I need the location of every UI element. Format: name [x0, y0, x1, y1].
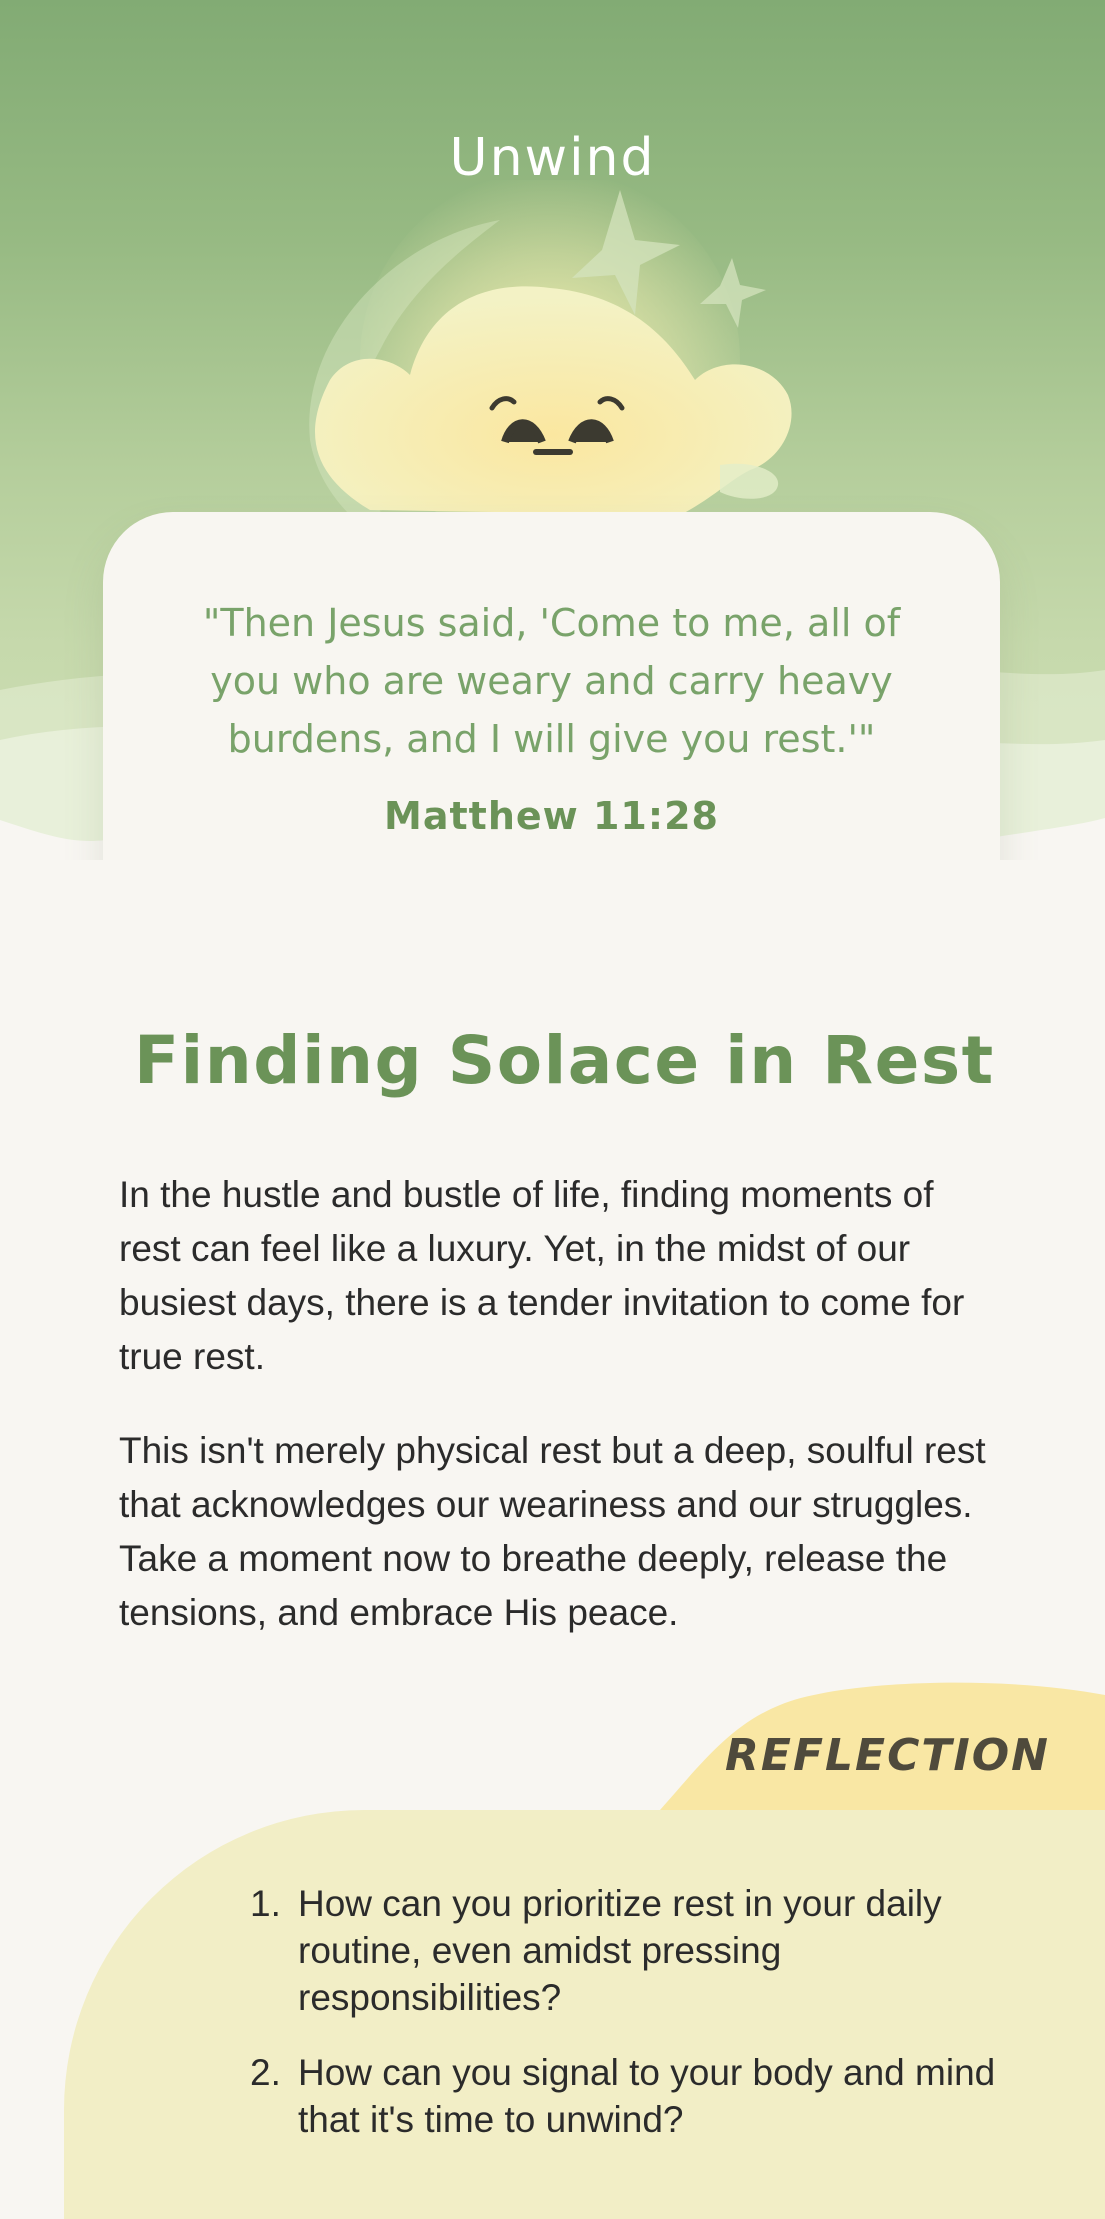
hero-header: Unwind "Then Jesus said, 'Come to me, al…	[0, 0, 1105, 860]
app-title: Unwind	[449, 128, 656, 188]
article-paragraph-2: This isn't merely physical rest but a de…	[119, 1430, 986, 1633]
question-number: 2.	[250, 2052, 281, 2093]
verse-card: "Then Jesus said, 'Come to me, all of yo…	[103, 512, 1000, 860]
article-title: Finding Solace in Rest	[134, 1022, 995, 1099]
reflection-label: REFLECTION	[725, 1730, 1050, 1781]
verse-text: "Then Jesus said, 'Come to me, all of yo…	[202, 601, 901, 761]
question-text: How can you prioritize rest in your dail…	[298, 1883, 942, 2018]
list-item: 1. How can you prioritize rest in your d…	[250, 1880, 1010, 2021]
question-text: How can you signal to your body and mind…	[298, 2052, 996, 2140]
question-number: 1.	[250, 1883, 281, 1924]
list-item: 2. How can you signal to your body and m…	[250, 2049, 1010, 2143]
verse-reference: Matthew 11:28	[384, 794, 719, 838]
sleepy-cloud-moon-mascot-icon	[309, 180, 792, 520]
article-paragraph-1: In the hustle and bustle of life, findin…	[119, 1174, 965, 1377]
reflection-questions: 1. How can you prioritize rest in your d…	[250, 1880, 1010, 2171]
